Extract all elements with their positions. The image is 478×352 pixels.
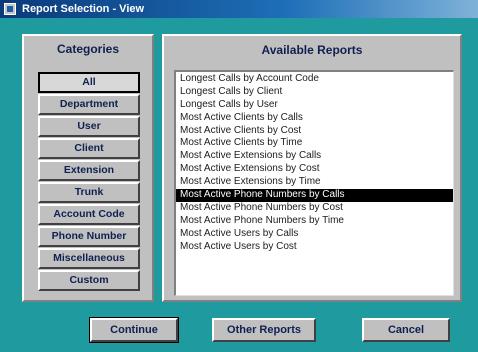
report-list-item[interactable]: Most Active Clients by Calls — [176, 112, 453, 125]
report-list-item[interactable]: Most Active Extensions by Time — [176, 176, 453, 189]
report-list-item-selected[interactable]: Most Active Phone Numbers by Calls — [176, 189, 453, 202]
report-list-item[interactable]: Most Active Users by Calls — [176, 228, 453, 241]
app-icon — [4, 3, 16, 15]
available-reports-panel: Available Reports Longest Calls by Accou… — [162, 34, 462, 302]
category-button-all[interactable]: All — [38, 72, 140, 93]
cancel-button[interactable]: Cancel — [362, 318, 450, 342]
report-selection-window: Report Selection - View Categories All D… — [0, 0, 478, 352]
category-button-account-code[interactable]: Account Code — [38, 204, 140, 225]
categories-panel: Categories All Department User Client Ex… — [22, 34, 154, 302]
reports-listbox[interactable]: Longest Calls by Account Code Longest Ca… — [174, 70, 454, 296]
category-button-trunk[interactable]: Trunk — [38, 182, 140, 203]
report-list-item[interactable]: Most Active Extensions by Cost — [176, 163, 453, 176]
report-list-item[interactable]: Most Active Users by Cost — [176, 241, 453, 254]
report-list-item[interactable]: Most Active Clients by Cost — [176, 125, 453, 138]
report-list-item[interactable]: Most Active Clients by Time — [176, 137, 453, 150]
window-title: Report Selection - View — [22, 3, 145, 15]
report-list-item[interactable]: Most Active Extensions by Calls — [176, 150, 453, 163]
category-button-user[interactable]: User — [38, 116, 140, 137]
categories-list: All Department User Client Extension Tru… — [38, 72, 140, 292]
categories-title: Categories — [56, 42, 120, 56]
category-button-extension[interactable]: Extension — [38, 160, 140, 181]
report-list-item[interactable]: Longest Calls by Client — [176, 86, 453, 99]
other-reports-button[interactable]: Other Reports — [212, 318, 316, 342]
category-button-phone-number[interactable]: Phone Number — [38, 226, 140, 247]
category-button-miscellaneous[interactable]: Miscellaneous — [38, 248, 140, 269]
report-list-item[interactable]: Most Active Phone Numbers by Time — [176, 215, 453, 228]
category-button-custom[interactable]: Custom — [38, 270, 140, 291]
report-list-item[interactable]: Most Active Phone Numbers by Cost — [176, 202, 453, 215]
title-bar[interactable]: Report Selection - View — [0, 0, 478, 18]
continue-button[interactable]: Continue — [89, 317, 179, 343]
category-button-client[interactable]: Client — [38, 138, 140, 159]
available-reports-title: Available Reports — [261, 43, 363, 57]
report-list-item[interactable]: Longest Calls by User — [176, 99, 453, 112]
category-button-department[interactable]: Department — [38, 94, 140, 115]
report-list-item[interactable]: Longest Calls by Account Code — [176, 73, 453, 86]
